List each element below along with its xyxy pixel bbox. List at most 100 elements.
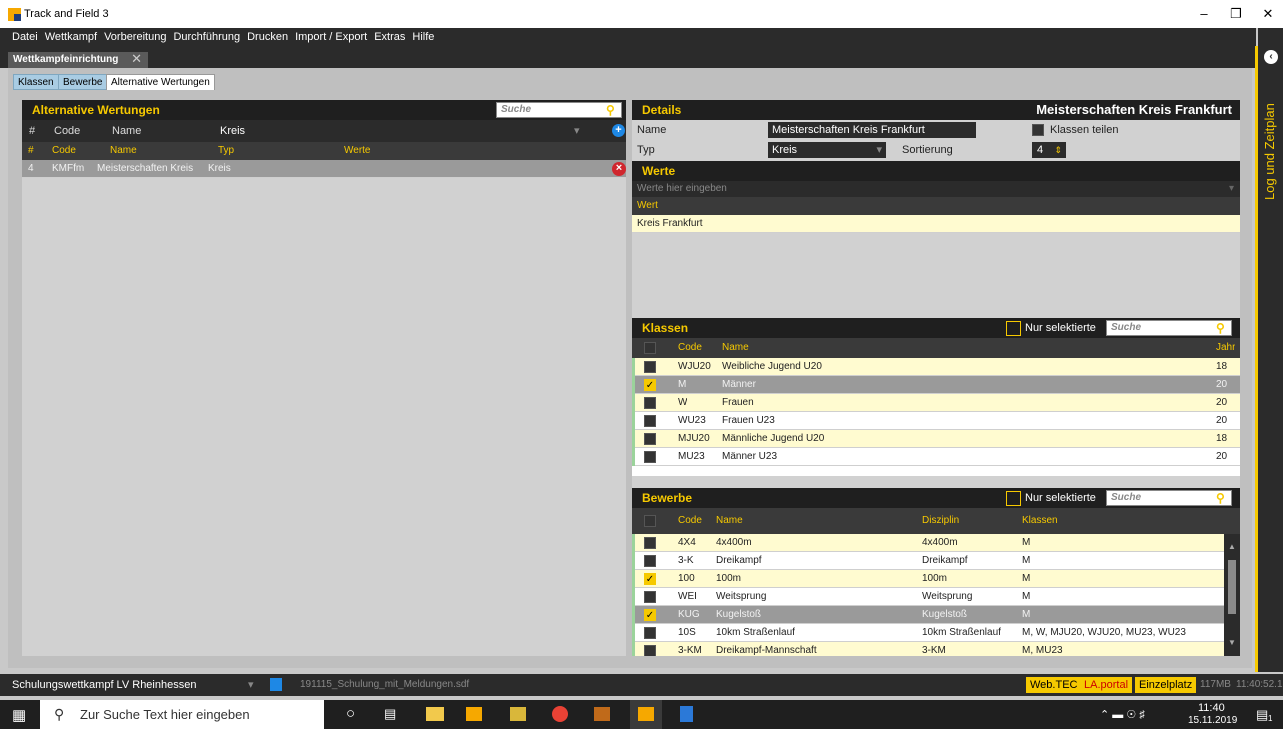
table-row[interactable]: ✓ M Männer 20 <box>632 376 1240 394</box>
werte-col-wert[interactable]: Wert <box>632 197 1240 215</box>
name-field[interactable]: Meisterschaften Kreis Frankfurt <box>768 122 976 138</box>
col-name[interactable]: Name <box>110 142 137 160</box>
col-code[interactable]: Code <box>678 338 702 358</box>
left-search-input[interactable]: Suche <box>496 102 622 118</box>
competition-select[interactable]: Schulungswettkampf LV Rheinhessen <box>12 679 196 691</box>
row-checkbox[interactable] <box>644 415 656 427</box>
tray-icons[interactable]: ⌃ ▬ ☉ ♯ <box>1100 708 1145 721</box>
col-hash[interactable]: # <box>28 142 34 160</box>
maximize-icon[interactable]: ❐ <box>1222 4 1250 24</box>
table-row[interactable]: ✓ 100 100m 100m M <box>632 570 1224 588</box>
einzelplatz-button[interactable]: Einzelplatz <box>1135 677 1197 693</box>
typ-select[interactable]: Kreis ▾ <box>768 142 886 158</box>
row-checkbox[interactable] <box>644 627 656 639</box>
select-all-checkbox[interactable] <box>644 515 656 527</box>
row-checkbox[interactable] <box>644 451 656 463</box>
table-row[interactable]: MU23 Männer U23 20 <box>632 448 1240 466</box>
table-row[interactable]: 4X4 4x400m 4x400m M <box>632 534 1224 552</box>
search-icon[interactable]: ⚲ <box>606 100 615 120</box>
select-all-checkbox[interactable] <box>644 342 656 354</box>
table-row[interactable]: 3-K Dreikampf Dreikampf M <box>632 552 1224 570</box>
chevron-down-icon[interactable]: ▾ <box>574 120 580 142</box>
chevron-down-icon[interactable]: ▾ <box>1229 181 1234 197</box>
col-klassen[interactable]: Klassen <box>1022 508 1058 534</box>
scrollbar-thumb[interactable] <box>1228 560 1236 614</box>
minimize-icon[interactable]: – <box>1190 4 1218 24</box>
filter-kreis-select[interactable]: Kreis <box>220 120 245 142</box>
klassen-teilen-checkbox[interactable] <box>1032 124 1044 136</box>
tab-klassen[interactable]: Klassen <box>13 74 59 90</box>
notification-icon[interactable]: ▤ <box>1256 707 1268 723</box>
stepper-arrows-icon[interactable]: ⇕ <box>1054 142 1062 158</box>
active-app-icon[interactable] <box>630 700 662 729</box>
col-code[interactable]: Code <box>52 142 76 160</box>
scrollbar[interactable]: ▲ ▼ <box>1224 534 1240 656</box>
table-row[interactable]: 3-KM Dreikampf-Mannschaft 3-KM M, MU23 <box>632 642 1224 656</box>
row-checkbox[interactable] <box>644 645 656 656</box>
butterfly-app-icon[interactable] <box>594 707 610 721</box>
document-tab[interactable]: Wettkampfeinrichtung ✕ <box>8 51 148 68</box>
tab-alternative-wertungen[interactable]: Alternative Wertungen <box>106 74 215 90</box>
col-name[interactable]: Name <box>722 338 749 358</box>
chevron-down-icon[interactable]: ▾ <box>248 678 254 691</box>
row-checkbox[interactable] <box>644 555 656 567</box>
save-icon[interactable] <box>270 678 282 691</box>
cortana-icon[interactable]: ○ <box>346 705 355 722</box>
taskbar-search-input[interactable]: ⚲ Zur Suche Text hier eingeben <box>40 700 324 729</box>
menu-datei[interactable]: Datei <box>12 31 38 43</box>
clock-time[interactable]: 11:40 <box>1198 702 1225 714</box>
row-checkbox[interactable] <box>644 397 656 409</box>
chevron-left-icon[interactable]: ‹ <box>1264 50 1278 64</box>
add-icon[interactable]: + <box>612 124 625 137</box>
bewerbe-search-input[interactable]: Suche <box>1106 490 1232 506</box>
table-row[interactable]: W Frauen 20 <box>632 394 1240 412</box>
tab-bewerbe[interactable]: Bewerbe <box>58 74 108 90</box>
delete-icon[interactable]: × <box>612 162 626 176</box>
table-row[interactable]: 10S 10km Straßenlauf 10km Straßenlauf M, W,… <box>632 624 1224 642</box>
search-icon[interactable]: ⚲ <box>1216 318 1225 338</box>
row-checkbox[interactable] <box>644 433 656 445</box>
file-explorer-icon[interactable] <box>426 707 444 721</box>
close-tab-icon[interactable]: ✕ <box>131 51 142 67</box>
table-row[interactable]: ✓ KUG Kugelstoß Kugelstoß M <box>632 606 1224 624</box>
col-name[interactable]: Name <box>716 508 743 534</box>
col-disziplin[interactable]: Disziplin <box>922 508 959 534</box>
row-checkbox[interactable]: ✓ <box>644 379 656 391</box>
werte-input[interactable]: Werte hier eingeben ▾ <box>632 181 1240 197</box>
table-row[interactable]: WJU20 Weibliche Jugend U20 18 <box>632 358 1240 376</box>
table-row[interactable]: 4 KMFfm Meisterschaften Kreis Kreis × <box>22 160 626 178</box>
col-typ[interactable]: Typ <box>218 142 234 160</box>
scroll-up-icon[interactable]: ▲ <box>1228 542 1236 551</box>
table-row[interactable]: WU23 Frauen U23 20 <box>632 412 1240 430</box>
track-field-app-icon[interactable] <box>466 707 482 721</box>
sortierung-stepper[interactable]: 4 ⇕ <box>1032 142 1066 158</box>
laportal-button[interactable]: LA.portal <box>1080 677 1133 693</box>
task-view-icon[interactable]: ▤ <box>384 706 396 722</box>
table-row[interactable]: WEI Weitsprung Weitsprung M <box>632 588 1224 606</box>
klassen-search-input[interactable]: Suche <box>1106 320 1232 336</box>
menu-vorbereitung[interactable]: Vorbereitung <box>104 31 166 43</box>
row-checkbox[interactable]: ✓ <box>644 573 656 585</box>
list-item[interactable]: Kreis Frankfurt <box>632 215 1240 233</box>
row-checkbox[interactable] <box>644 591 656 603</box>
col-code[interactable]: Code <box>678 508 702 534</box>
menu-extras[interactable]: Extras <box>374 31 405 43</box>
document-app-icon[interactable] <box>680 706 693 722</box>
table-row[interactable]: MJU20 Männliche Jugend U20 18 <box>632 430 1240 448</box>
menu-wettkampf[interactable]: Wettkampf <box>45 31 97 43</box>
windows-start-icon[interactable]: ▦ <box>12 706 26 724</box>
log-panel-label[interactable]: Log und Zeitplan <box>1262 70 1277 200</box>
col-jahr[interactable]: Jahr <box>1216 338 1235 358</box>
search-icon[interactable]: ⚲ <box>1216 488 1225 508</box>
log-panel-collapsed[interactable]: ‹ Log und Zeitplan <box>1258 28 1283 672</box>
menu-drucken[interactable]: Drucken <box>247 31 288 43</box>
nur-selektierte-checkbox[interactable] <box>1006 491 1021 506</box>
webtec-button[interactable]: Web.TEC <box>1026 677 1082 693</box>
chrome-icon[interactable] <box>552 706 568 722</box>
row-checkbox[interactable]: ✓ <box>644 609 656 621</box>
clock-date[interactable]: 15.11.2019 <box>1188 715 1237 726</box>
menu-import-export[interactable]: Import / Export <box>295 31 367 43</box>
row-checkbox[interactable] <box>644 537 656 549</box>
scroll-down-icon[interactable]: ▼ <box>1228 638 1236 647</box>
track-field-app2-icon[interactable] <box>510 707 526 721</box>
